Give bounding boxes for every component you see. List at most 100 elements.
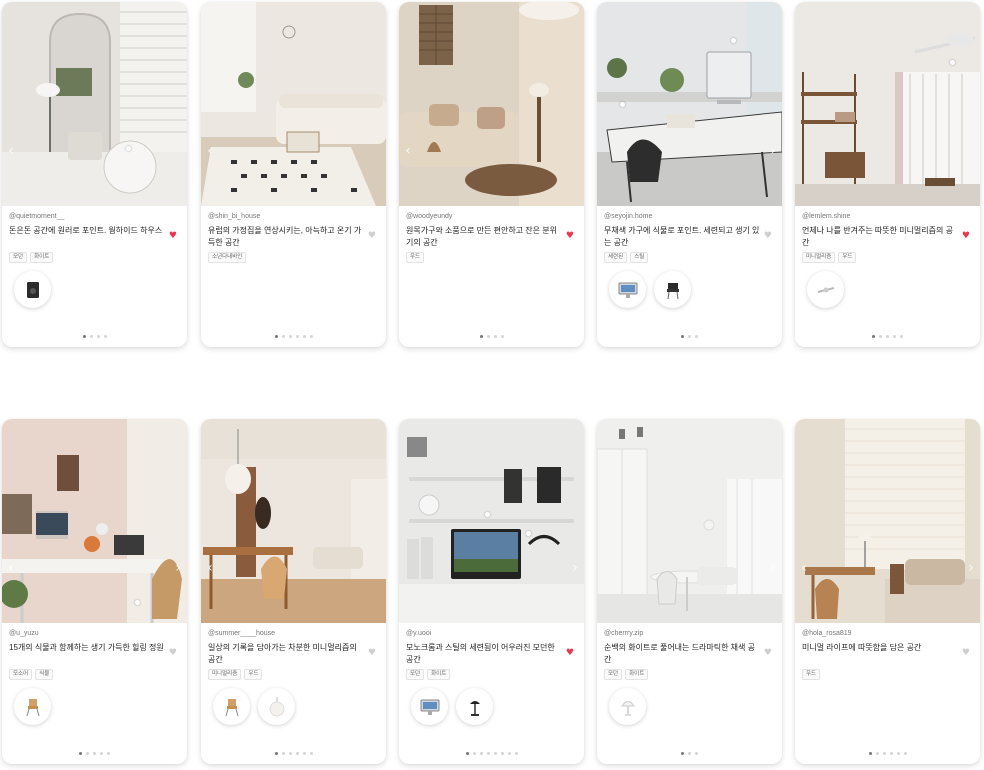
like-heart-icon[interactable]: ♥ bbox=[169, 649, 177, 658]
slide-dot[interactable] bbox=[688, 752, 691, 755]
slide-dot[interactable] bbox=[681, 752, 684, 755]
room-photo[interactable]: ‹ bbox=[2, 2, 187, 206]
feed-card[interactable]: › @cherrry.zip 순백의 화이트로 풀어내는 드라마틱한 채색 공간… bbox=[597, 419, 782, 764]
tag[interactable]: 우드 bbox=[406, 252, 425, 263]
slide-dot[interactable] bbox=[302, 752, 306, 755]
like-heart-icon[interactable]: ♥ bbox=[169, 232, 177, 241]
pendant-lamp-product[interactable] bbox=[258, 688, 295, 725]
tag[interactable]: 미니멀리즘 bbox=[208, 669, 242, 680]
room-photo[interactable]: ‹ bbox=[201, 419, 386, 623]
prev-slide-icon[interactable]: ‹ bbox=[403, 144, 413, 158]
slide-dot[interactable] bbox=[893, 335, 896, 338]
slide-dot[interactable] bbox=[288, 335, 292, 338]
slide-dot[interactable] bbox=[479, 752, 483, 755]
tag[interactable]: 소년다내바인 bbox=[208, 252, 247, 263]
slide-dot[interactable] bbox=[493, 752, 497, 755]
room-photo[interactable]: ‹ bbox=[399, 2, 584, 206]
next-slide-icon[interactable]: › bbox=[768, 144, 778, 158]
slide-dot[interactable] bbox=[688, 335, 691, 338]
slide-dot[interactable] bbox=[486, 335, 490, 338]
slide-dot[interactable] bbox=[681, 335, 684, 338]
like-heart-icon[interactable]: ♥ bbox=[566, 232, 574, 241]
wood-chair-product[interactable] bbox=[213, 688, 250, 725]
like-heart-icon[interactable]: ♥ bbox=[764, 649, 772, 658]
next-slide-icon[interactable]: › bbox=[570, 561, 580, 575]
tag[interactable]: 모소어 bbox=[9, 669, 33, 680]
tag[interactable]: 우드 bbox=[244, 669, 263, 680]
tag[interactable]: 모던 bbox=[406, 669, 425, 680]
tag[interactable]: 세련된 bbox=[604, 252, 628, 263]
feed-card[interactable]: @lemlem.shine 언제나 나를 반겨주는 따뜻한 미니멀리즘의 공간 … bbox=[795, 2, 980, 347]
like-heart-icon[interactable]: ♥ bbox=[368, 649, 376, 658]
tag[interactable]: 우드 bbox=[802, 669, 821, 680]
product-hotspot[interactable] bbox=[526, 531, 531, 536]
wood-chair-product[interactable] bbox=[14, 688, 51, 725]
slide-dot[interactable] bbox=[479, 335, 483, 338]
room-photo[interactable]: › bbox=[597, 419, 782, 623]
caption[interactable]: 15개의 식물과 함께하는 생기 가득한 힐링 정원 bbox=[9, 642, 167, 654]
slide-dot[interactable] bbox=[86, 752, 89, 755]
caption[interactable]: 무채색 가구에 식물로 포인트. 세련되고 생기 있는 공간 bbox=[604, 225, 762, 249]
product-hotspot[interactable] bbox=[485, 512, 490, 517]
tag[interactable]: 식물 bbox=[35, 669, 54, 680]
slide-dot[interactable] bbox=[295, 752, 299, 755]
slide-dot[interactable] bbox=[274, 335, 278, 338]
caption[interactable]: 미니멀 라이프에 따뜻함을 담은 공간 bbox=[802, 642, 960, 654]
slide-dot[interactable] bbox=[695, 752, 698, 755]
slide-dot[interactable] bbox=[868, 752, 872, 755]
next-slide-icon[interactable]: › bbox=[173, 561, 183, 575]
caption[interactable]: 돈은돈 공간에 원러로 포인트. 웜하이드 하우스 bbox=[9, 225, 167, 237]
slide-dot[interactable] bbox=[295, 335, 299, 338]
feed-card[interactable]: ‹ › @hola_rosa819 미니멀 라이프에 따뜻함을 담은 공간 ♥ … bbox=[795, 419, 980, 764]
product-hotspot[interactable] bbox=[126, 146, 131, 151]
room-photo[interactable]: ‹ › bbox=[795, 419, 980, 623]
slide-dot[interactable] bbox=[896, 752, 900, 755]
table-lamp-product[interactable] bbox=[609, 688, 646, 725]
product-hotspot[interactable] bbox=[950, 60, 955, 65]
slide-dot[interactable] bbox=[274, 752, 278, 755]
slide-dot[interactable] bbox=[472, 752, 476, 755]
feed-card[interactable]: › @seyojin.home 무채색 가구에 식물로 포인트. 세련되고 생기… bbox=[597, 2, 782, 347]
like-heart-icon[interactable]: ♥ bbox=[962, 232, 970, 241]
slide-dot[interactable] bbox=[500, 752, 504, 755]
username[interactable]: @u_yuzu bbox=[9, 630, 39, 637]
next-slide-icon[interactable]: › bbox=[768, 561, 778, 575]
caption[interactable]: 순백의 화이트로 풀어내는 드라마틱한 채색 공간 bbox=[604, 642, 762, 666]
slide-dot[interactable] bbox=[96, 335, 100, 338]
tag[interactable]: 화이트 bbox=[427, 669, 451, 680]
feed-card[interactable]: ‹ @shin_bi_house 유럽의 가정집을 연상시키는, 아늑하고 온기… bbox=[201, 2, 386, 347]
slide-dot[interactable] bbox=[107, 752, 110, 755]
slide-dot[interactable] bbox=[309, 335, 313, 338]
slide-dot[interactable] bbox=[103, 335, 107, 338]
slide-dot[interactable] bbox=[903, 752, 907, 755]
like-heart-icon[interactable]: ♥ bbox=[764, 232, 772, 241]
slide-dot[interactable] bbox=[889, 752, 893, 755]
slide-dot[interactable] bbox=[281, 752, 285, 755]
slide-dot[interactable] bbox=[281, 335, 285, 338]
tag[interactable]: 모던 bbox=[604, 669, 623, 680]
desk-lamp-product[interactable] bbox=[456, 688, 493, 725]
monitor-product[interactable] bbox=[411, 688, 448, 725]
slide-dot[interactable] bbox=[493, 335, 497, 338]
feed-card[interactable]: ‹ @woodyeundy 원목가구와 소품으로 만든 편안하고 잔은 분위기의… bbox=[399, 2, 584, 347]
username[interactable]: @seyojin.home bbox=[604, 213, 652, 220]
caption[interactable]: 일상의 기록을 담아가는 차분한 미니멀리즘의 공간 bbox=[208, 642, 366, 666]
product-hotspot[interactable] bbox=[135, 600, 140, 605]
feed-card[interactable]: › @y.uooi 모노크롬과 스틸의 세련됨이 어우러진 모던한 공간 ♥ 모… bbox=[399, 419, 584, 764]
chair-product[interactable] bbox=[654, 271, 691, 308]
slide-dot[interactable] bbox=[465, 752, 469, 755]
slide-dot[interactable] bbox=[879, 335, 882, 338]
username[interactable]: @summer____house bbox=[208, 630, 275, 637]
slide-dot[interactable] bbox=[514, 752, 518, 755]
slide-dot[interactable] bbox=[507, 752, 511, 755]
prev-slide-icon[interactable]: ‹ bbox=[799, 561, 809, 575]
caption[interactable]: 모노크롬과 스틸의 세련됨이 어우러진 모던한 공간 bbox=[406, 642, 564, 666]
tag[interactable]: 화이트 bbox=[625, 669, 649, 680]
slide-dot[interactable] bbox=[93, 752, 96, 755]
prev-slide-icon[interactable]: ‹ bbox=[205, 561, 215, 575]
tag[interactable]: 미니멀리즘 bbox=[802, 252, 836, 263]
username[interactable]: @cherrry.zip bbox=[604, 630, 643, 637]
tag[interactable]: 우드 bbox=[838, 252, 857, 263]
room-photo[interactable]: ‹ › bbox=[2, 419, 187, 623]
slide-dot[interactable] bbox=[302, 335, 306, 338]
